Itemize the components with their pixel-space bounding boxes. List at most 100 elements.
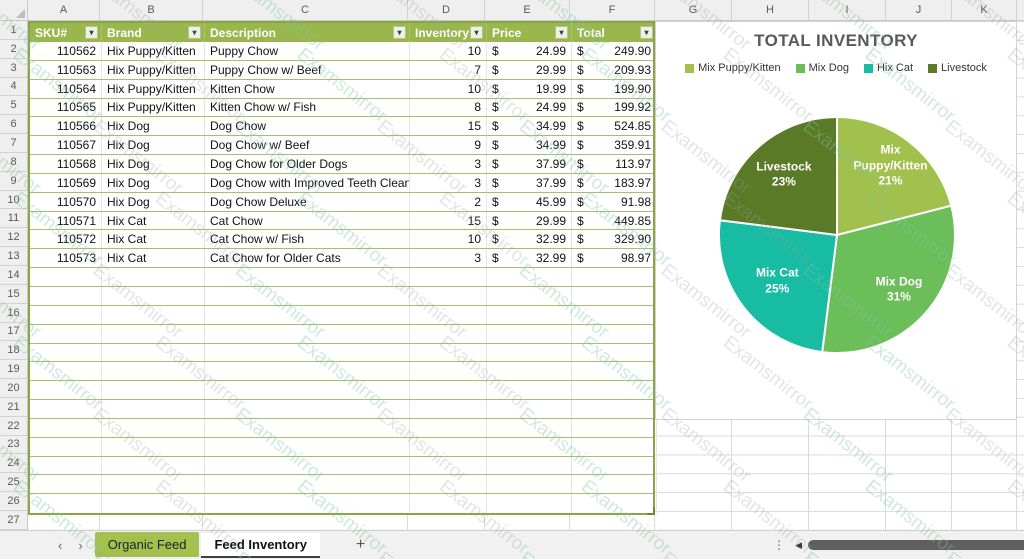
empty-cell[interactable] — [410, 419, 487, 437]
filter-dropdown-icon[interactable]: ▾ — [85, 26, 98, 39]
cell-description[interactable]: Cat Chow for Older Cats — [205, 249, 410, 267]
row-number[interactable]: 27 — [0, 511, 27, 530]
cell-total[interactable]: $199.90 — [572, 80, 657, 98]
cell-price[interactable]: $29.99 — [487, 212, 572, 230]
filter-dropdown-icon[interactable]: ▾ — [470, 26, 483, 39]
row-number[interactable]: 2 — [0, 40, 27, 59]
empty-cell[interactable] — [30, 400, 102, 418]
filter-dropdown-icon[interactable]: ▾ — [555, 26, 568, 39]
cell-inventory[interactable]: 10 — [410, 230, 487, 248]
empty-cell[interactable] — [30, 325, 102, 343]
empty-cell[interactable] — [572, 438, 657, 456]
empty-cell[interactable] — [30, 438, 102, 456]
column-letter[interactable]: F — [570, 0, 655, 20]
cell-price[interactable]: $29.99 — [487, 61, 572, 79]
empty-cell[interactable] — [410, 494, 487, 513]
sheet-area[interactable]: SKU#▾Brand▾Description▾Inventory▾Price▾T… — [28, 21, 1024, 530]
row-number[interactable]: 25 — [0, 473, 27, 492]
empty-cell[interactable] — [572, 400, 657, 418]
empty-cell[interactable] — [572, 494, 657, 513]
empty-cell[interactable] — [410, 325, 487, 343]
row-number[interactable]: 13 — [0, 247, 27, 266]
cell-sku[interactable]: 110568 — [30, 155, 102, 173]
empty-cell[interactable] — [30, 457, 102, 475]
cell-brand[interactable]: Hix Puppy/Kitten — [102, 61, 205, 79]
empty-cell[interactable] — [30, 475, 102, 493]
row-number[interactable]: 1 — [0, 21, 27, 40]
cell-price[interactable]: $32.99 — [487, 230, 572, 248]
cell-brand[interactable]: Hix Dog — [102, 136, 205, 154]
empty-cell[interactable] — [487, 494, 572, 513]
row-number[interactable]: 10 — [0, 191, 27, 210]
cell-sku[interactable]: 110569 — [30, 174, 102, 192]
empty-cell[interactable] — [487, 475, 572, 493]
column-letter[interactable]: B — [100, 0, 203, 20]
scroll-left-icon[interactable]: ◀ — [795, 540, 802, 551]
cell-inventory[interactable]: 9 — [410, 136, 487, 154]
row-number[interactable]: 7 — [0, 134, 27, 153]
cell-sku[interactable]: 110566 — [30, 117, 102, 135]
empty-cell[interactable] — [30, 419, 102, 437]
table-header-inventory[interactable]: Inventory▾ — [410, 23, 487, 42]
empty-cell[interactable] — [487, 419, 572, 437]
empty-cell[interactable] — [487, 362, 572, 380]
empty-cell[interactable] — [572, 344, 657, 362]
cell-sku[interactable]: 110563 — [30, 61, 102, 79]
cell-description[interactable]: Dog Chow for Older Dogs — [205, 155, 410, 173]
empty-cell[interactable] — [205, 400, 410, 418]
empty-cell[interactable] — [102, 494, 205, 513]
empty-cell[interactable] — [572, 306, 657, 324]
sheet-tab-organic-feed[interactable]: Organic Feed — [95, 532, 200, 557]
cell-description[interactable]: Dog Chow with Improved Teeth Clean — [205, 174, 410, 192]
row-number[interactable]: 23 — [0, 436, 27, 455]
column-letter[interactable]: C — [203, 0, 408, 20]
empty-cell[interactable] — [30, 381, 102, 399]
filter-dropdown-icon[interactable]: ▾ — [393, 26, 406, 39]
cell-description[interactable]: Dog Chow w/ Beef — [205, 136, 410, 154]
cell-inventory[interactable]: 15 — [410, 117, 487, 135]
empty-cell[interactable] — [102, 325, 205, 343]
cell-description[interactable]: Kitten Chow — [205, 80, 410, 98]
empty-cell[interactable] — [30, 362, 102, 380]
row-number[interactable]: 16 — [0, 304, 27, 323]
empty-cell[interactable] — [487, 268, 572, 286]
prev-sheet-icon[interactable]: ‹ — [58, 538, 62, 553]
empty-cell[interactable] — [572, 475, 657, 493]
cell-price[interactable]: $34.99 — [487, 117, 572, 135]
cell-price[interactable]: $45.99 — [487, 193, 572, 211]
cell-inventory[interactable]: 2 — [410, 193, 487, 211]
empty-cell[interactable] — [410, 268, 487, 286]
empty-cell[interactable] — [30, 287, 102, 305]
cell-inventory[interactable]: 7 — [410, 61, 487, 79]
row-number[interactable]: 11 — [0, 209, 27, 228]
cell-price[interactable]: $24.99 — [487, 99, 572, 117]
empty-cell[interactable] — [487, 381, 572, 399]
empty-cell[interactable] — [572, 362, 657, 380]
empty-cell[interactable] — [102, 268, 205, 286]
empty-cell[interactable] — [487, 287, 572, 305]
empty-cell[interactable] — [487, 306, 572, 324]
row-number[interactable]: 5 — [0, 96, 27, 115]
cell-description[interactable]: Kitten Chow w/ Fish — [205, 99, 410, 117]
cell-description[interactable]: Dog Chow Deluxe — [205, 193, 410, 211]
cell-inventory[interactable]: 10 — [410, 80, 487, 98]
pie-chart-object[interactable]: TOTAL INVENTORY Mix Puppy/KittenMix DogH… — [655, 21, 1017, 420]
column-letter[interactable]: D — [408, 0, 485, 20]
cell-inventory[interactable]: 3 — [410, 155, 487, 173]
cell-total[interactable]: $449.85 — [572, 212, 657, 230]
row-number[interactable]: 21 — [0, 398, 27, 417]
empty-cell[interactable] — [30, 344, 102, 362]
row-number[interactable]: 9 — [0, 172, 27, 191]
empty-cell[interactable] — [205, 325, 410, 343]
row-number[interactable]: 4 — [0, 78, 27, 97]
cell-description[interactable]: Cat Chow — [205, 212, 410, 230]
empty-cell[interactable] — [102, 457, 205, 475]
empty-cell[interactable] — [572, 287, 657, 305]
cell-brand[interactable]: Hix Dog — [102, 117, 205, 135]
cell-sku[interactable]: 110564 — [30, 80, 102, 98]
column-letter[interactable]: J — [886, 0, 952, 20]
scrollbar-thumb[interactable] — [808, 540, 1024, 550]
column-letter[interactable]: K — [952, 0, 1017, 20]
row-number[interactable]: 15 — [0, 285, 27, 304]
column-letter[interactable]: I — [809, 0, 886, 20]
